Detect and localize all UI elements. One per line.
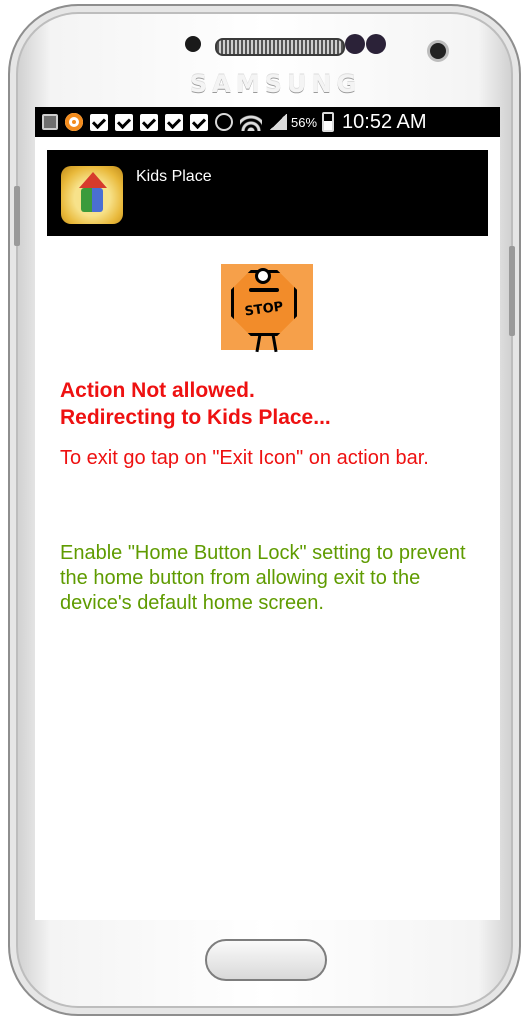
- alert-title-line1: Action Not allowed.: [60, 379, 255, 402]
- alert-title-line2: Redirecting to Kids Place...: [60, 406, 331, 429]
- screen: 56% 10:52 AM Kids Place STOP Action Not …: [35, 107, 500, 920]
- check-icon: [115, 113, 133, 131]
- kids-place-app-icon[interactable]: [61, 166, 123, 224]
- stop-sign-illustration: STOP: [221, 264, 313, 353]
- stop-sign-leg: [271, 333, 278, 353]
- front-sensor: [185, 36, 201, 52]
- signal-icon: [269, 114, 287, 130]
- brand-logo: SAMSUNG: [189, 70, 362, 98]
- light-sensor: [366, 34, 386, 54]
- home-lock-hint: Enable "Home Button Lock" setting to pre…: [60, 542, 466, 614]
- exit-instructions: To exit go tap on "Exit Icon" on action …: [60, 447, 429, 469]
- stop-sign-leg: [255, 333, 262, 353]
- power-button: [509, 246, 515, 336]
- wifi-icon: [240, 113, 262, 131]
- alert-title: Action Not allowed. Redirecting to Kids …: [60, 377, 480, 431]
- front-camera: [430, 43, 446, 59]
- status-time: 10:52 AM: [342, 110, 427, 133]
- app-title: Kids Place: [136, 168, 212, 185]
- earpiece-speaker: [215, 38, 345, 56]
- home-button[interactable]: [205, 939, 327, 981]
- check-icon: [90, 113, 108, 131]
- check-icon: [190, 113, 208, 131]
- volume-button: [14, 186, 20, 246]
- alarm-icon: [215, 113, 233, 131]
- status-bar: 56% 10:52 AM: [35, 107, 500, 137]
- stop-sign-eye: [255, 268, 271, 284]
- action-bar: Kids Place: [47, 150, 488, 236]
- gallery-icon: [42, 114, 58, 130]
- check-icon: [140, 113, 158, 131]
- battery-percent: 56%: [291, 114, 318, 130]
- check-icon: [165, 113, 183, 131]
- proximity-sensor: [345, 34, 365, 54]
- arrow-shape: [79, 172, 107, 188]
- battery-icon: [322, 112, 335, 132]
- house-shape: [81, 188, 103, 212]
- orange-app-icon: [65, 113, 83, 131]
- stop-sign-mouth: [249, 288, 279, 292]
